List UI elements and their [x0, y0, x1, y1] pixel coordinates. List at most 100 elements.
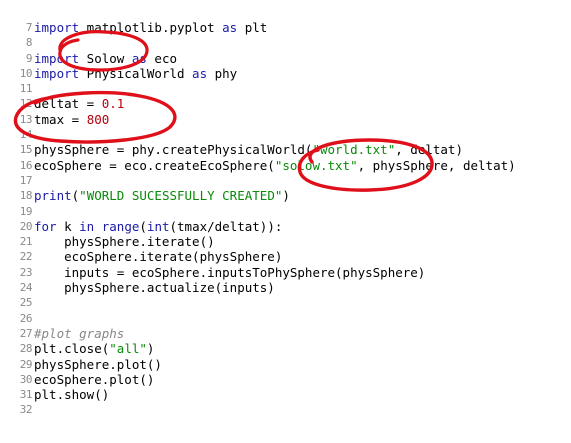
code-token: import — [34, 65, 80, 81]
code-text: plt.show() — [34, 387, 109, 402]
code-token: as — [131, 50, 147, 66]
code-text: ecoSphere.iterate(physSphere) — [34, 249, 282, 264]
code-line[interactable]: 18 print("WORLD SUCESSFULLY CREATED") — [0, 188, 571, 203]
code-token: physSphere.plot() — [34, 356, 162, 372]
code-line[interactable]: 16 ecoSphere = eco.createEcoSphere("solow… — [0, 158, 571, 173]
code-line[interactable]: 11 — [0, 81, 571, 96]
code-token: plt.show() — [34, 387, 110, 403]
code-token: plt.close( — [34, 341, 110, 357]
code-text: inputs = ecoSphere.inputsToPhySphere(phy… — [34, 265, 425, 280]
code-line[interactable]: 17 — [0, 173, 571, 188]
code-token: physSphere.actualize(inputs) — [34, 280, 275, 296]
line-number: 32 — [19, 403, 33, 417]
code-token: import — [34, 50, 80, 66]
code-text: print("WORLD SUCESSFULLY CREATED") — [34, 188, 290, 203]
code-editor[interactable]: 7 import matplotlib.pyplot as plt 8 9 import… — [0, 0, 571, 443]
code-line[interactable]: 13 tmax = 800 — [0, 112, 571, 127]
line-number: 17 — [19, 173, 33, 187]
line-number: 20 — [19, 219, 33, 233]
code-token: , deltat) — [395, 142, 463, 158]
code-token: print — [34, 188, 72, 204]
code-token: ) — [282, 188, 290, 204]
code-token: plt — [237, 20, 268, 35]
code-token: (tmax/deltat)): — [169, 218, 283, 234]
code-line[interactable]: 32 — [0, 402, 571, 417]
code-token: as — [222, 20, 238, 35]
line-number: 30 — [19, 372, 33, 386]
code-token: PhysicalWorld — [79, 65, 193, 81]
code-text: physSphere.plot() — [34, 357, 162, 372]
line-number: 7 — [25, 21, 33, 34]
code-text: tmax = 800 — [34, 112, 109, 127]
code-token: physSphere.iterate() — [34, 234, 215, 250]
code-text: import matplotlib.pyplot as plt — [34, 20, 267, 35]
code-lines: 7 import matplotlib.pyplot as plt 8 9 import… — [0, 20, 571, 418]
line-number: 14 — [19, 128, 33, 142]
code-token: ( — [139, 218, 147, 234]
code-token: Solow — [79, 50, 132, 66]
code-text: import Solow as eco — [34, 51, 177, 66]
line-number: 12 — [19, 97, 33, 111]
code-line[interactable]: 14 — [0, 127, 571, 142]
code-token: import — [34, 20, 80, 35]
code-text: ecoSphere = eco.createEcoSphere("solow.t… — [34, 158, 516, 173]
line-number: 25 — [19, 296, 33, 310]
code-line[interactable]: 26 — [0, 311, 571, 326]
code-token: physSphere = phy.createPhysicalWorld( — [34, 142, 313, 158]
line-number: 8 — [25, 36, 33, 50]
code-text: import PhysicalWorld as phy — [34, 66, 237, 81]
code-line[interactable]: 15 physSphere = phy.createPhysicalWorld("… — [0, 142, 571, 157]
code-line[interactable]: 31 plt.show() — [0, 387, 571, 402]
code-line[interactable]: 12 deltat = 0.1 — [0, 96, 571, 111]
line-number: 21 — [19, 235, 33, 249]
code-line[interactable]: 9 import Solow as eco — [0, 51, 571, 66]
code-token: in — [79, 218, 95, 234]
line-number: 15 — [19, 143, 33, 157]
code-line[interactable]: 25 — [0, 295, 571, 310]
code-line[interactable]: 28 plt.close("all") — [0, 341, 571, 356]
code-line[interactable]: 22 ecoSphere.iterate(physSphere) — [0, 249, 571, 264]
code-token: ecoSphere.iterate(physSphere) — [34, 249, 283, 265]
code-line[interactable]: 21 physSphere.iterate() — [0, 234, 571, 249]
code-token: k — [56, 218, 80, 234]
code-line[interactable]: 29 physSphere.plot() — [0, 357, 571, 372]
code-token: range — [101, 218, 140, 234]
code-text: physSphere = phy.createPhysicalWorld("wo… — [34, 142, 463, 157]
code-line[interactable]: 10 import PhysicalWorld as phy — [0, 66, 571, 81]
code-line[interactable]: 8 — [0, 35, 571, 50]
code-text: plt.close("all") — [34, 341, 154, 356]
code-text: #plot graphs — [34, 326, 124, 341]
code-line[interactable]: 27 #plot graphs — [0, 326, 571, 341]
code-line[interactable]: 30 ecoSphere.plot() — [0, 372, 571, 387]
line-number: 27 — [19, 326, 33, 340]
line-number: 29 — [19, 357, 33, 371]
line-number: 23 — [19, 265, 33, 279]
line-number: 26 — [19, 311, 33, 325]
code-line[interactable]: 23 inputs = ecoSphere.inputsToPhySphere(… — [0, 265, 571, 280]
code-text: ecoSphere.plot() — [34, 372, 154, 387]
code-token: deltat = — [34, 96, 102, 112]
code-token: for — [34, 218, 57, 234]
code-line[interactable]: 7 import matplotlib.pyplot as plt — [0, 20, 571, 35]
line-number: 28 — [19, 342, 33, 356]
line-number: 11 — [19, 82, 33, 96]
code-line[interactable]: 19 — [0, 204, 571, 219]
code-token: 800 — [86, 111, 110, 127]
line-number: 22 — [19, 250, 33, 264]
line-number: 24 — [19, 281, 33, 295]
line-number: 13 — [19, 112, 33, 126]
code-token: ) — [146, 341, 155, 357]
code-text: for k in range(int(tmax/deltat)): — [34, 219, 282, 234]
code-text: physSphere.actualize(inputs) — [34, 280, 275, 295]
code-token: "solow.txt" — [274, 157, 358, 173]
code-token: inputs = ecoSphere.inputsToPhySphere(phy… — [34, 264, 426, 280]
line-number: 16 — [19, 158, 33, 172]
code-token: matplotlib.pyplot — [79, 20, 223, 35]
code-text: deltat = 0.1 — [34, 96, 124, 111]
code-line[interactable]: 24 physSphere.actualize(inputs) — [0, 280, 571, 295]
code-line[interactable]: 20 for k in range(int(tmax/deltat)): — [0, 219, 571, 234]
code-text: physSphere.iterate() — [34, 234, 215, 249]
code-token: ecoSphere.plot() — [34, 371, 155, 387]
code-token: int — [146, 218, 170, 234]
